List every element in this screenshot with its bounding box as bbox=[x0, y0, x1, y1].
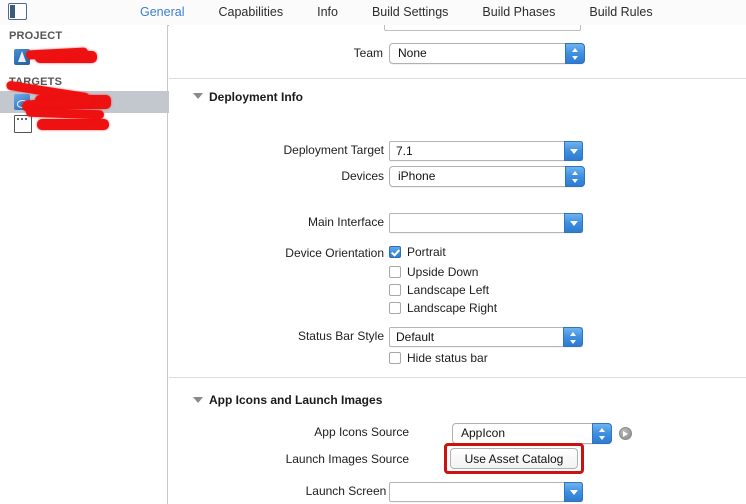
sidebar-toggle-icon[interactable] bbox=[8, 3, 27, 20]
orientation-option-landscape-right[interactable]: Landscape Right bbox=[389, 301, 497, 315]
target-tests-icon bbox=[14, 115, 32, 133]
launch-screen-file-label: Launch Screen File bbox=[305, 484, 409, 498]
launch-screen-file-chevron-down-icon[interactable] bbox=[564, 482, 583, 502]
status-bar-style-popup-arrow-icon bbox=[563, 327, 583, 347]
app-icons-source-popup-arrow-icon bbox=[592, 423, 612, 444]
team-popup-arrow-icon bbox=[565, 43, 585, 64]
status-bar-style-label: Status Bar Style bbox=[297, 329, 384, 343]
goto-arrow-icon[interactable] bbox=[619, 427, 632, 440]
app-icons-section-title: App Icons and Launch Images bbox=[209, 393, 383, 407]
checkbox-landscape-left[interactable] bbox=[389, 284, 401, 296]
use-asset-catalog-button[interactable]: Use Asset Catalog bbox=[450, 448, 578, 469]
sidebar-group-header-targets: TARGETS bbox=[9, 76, 63, 88]
checkbox-hide-status-bar[interactable] bbox=[389, 352, 401, 364]
tab-build-rules[interactable]: Build Rules bbox=[589, 0, 652, 25]
project-icon bbox=[14, 49, 30, 65]
checkbox-landscape-right-label: Landscape Right bbox=[407, 301, 498, 315]
main-interface-chevron-down-icon[interactable] bbox=[564, 213, 583, 233]
checkbox-landscape-right[interactable] bbox=[389, 302, 401, 314]
sidebar-group-header-project: PROJECT bbox=[9, 30, 63, 42]
team-popup[interactable]: None bbox=[389, 43, 585, 64]
tab-build-settings[interactable]: Build Settings bbox=[372, 0, 448, 25]
orientation-option-landscape-left[interactable]: Landscape Left bbox=[389, 283, 489, 297]
devices-popup-arrow-icon bbox=[565, 166, 585, 187]
deployment-target-chevron-down-icon[interactable] bbox=[564, 141, 583, 161]
tab-capabilities[interactable]: Capabilities bbox=[218, 0, 283, 25]
deployment-info-disclosure-icon[interactable] bbox=[193, 93, 203, 99]
checkbox-hide-status-bar-label: Hide status bar bbox=[407, 351, 488, 365]
checkbox-upside-down[interactable] bbox=[389, 266, 401, 278]
main-interface-label: Main Interface bbox=[307, 215, 384, 229]
sidebar-item-project[interactable] bbox=[0, 46, 182, 68]
devices-value: iPhone bbox=[398, 169, 436, 183]
app-icons-disclosure-icon[interactable] bbox=[193, 397, 203, 403]
deployment-info-title: Deployment Info bbox=[209, 90, 304, 104]
project-targets-sidebar: PROJECT TARGETS bbox=[0, 25, 182, 504]
xcode-target-editor-window: General Capabilities Info Build Settings… bbox=[0, 0, 746, 504]
orientation-option-portrait[interactable]: Portrait bbox=[389, 245, 446, 259]
devices-label: Devices bbox=[341, 169, 384, 183]
checkbox-landscape-left-label: Landscape Left bbox=[407, 283, 490, 297]
checkbox-upside-down-label: Upside Down bbox=[407, 265, 479, 279]
tab-build-phases[interactable]: Build Phases bbox=[482, 0, 555, 25]
editor-tab-bar: General Capabilities Info Build Settings… bbox=[0, 0, 746, 26]
device-orientation-label: Device Orientation bbox=[285, 246, 384, 260]
launch-images-source-label: Launch Images Source bbox=[285, 452, 409, 466]
status-bar-style-popup[interactable]: Default bbox=[389, 327, 583, 347]
checkbox-portrait[interactable] bbox=[389, 246, 401, 258]
section-divider-1 bbox=[169, 78, 746, 79]
orientation-option-upside-down[interactable]: Upside Down bbox=[389, 265, 478, 279]
checkbox-portrait-label: Portrait bbox=[407, 245, 446, 259]
target-app-icon bbox=[14, 94, 30, 110]
team-label: Team bbox=[353, 46, 383, 60]
scrolled-field-clipped bbox=[384, 25, 581, 31]
tab-list: General Capabilities Info Build Settings… bbox=[140, 0, 687, 25]
redacted-project-name bbox=[35, 51, 97, 63]
redacted-tests-target-name bbox=[37, 118, 109, 130]
section-divider-2 bbox=[169, 377, 746, 378]
redacted-target-name bbox=[35, 95, 111, 109]
app-icons-source-label: App Icons Source bbox=[314, 425, 409, 439]
sidebar-item-target-app[interactable] bbox=[0, 91, 182, 113]
main-interface-combo[interactable] bbox=[389, 213, 583, 233]
hide-status-bar-option[interactable]: Hide status bar bbox=[389, 351, 488, 365]
app-icons-source-popup[interactable]: AppIcon bbox=[452, 423, 612, 444]
team-value: None bbox=[398, 46, 427, 60]
launch-screen-file-combo[interactable] bbox=[389, 482, 583, 502]
status-bar-style-value: Default bbox=[396, 330, 435, 344]
general-settings-pane: Team None Deployment Info Deployment Tar… bbox=[169, 25, 746, 504]
devices-popup[interactable]: iPhone bbox=[389, 166, 585, 187]
deployment-target-value: 7.1 bbox=[396, 144, 413, 158]
app-icons-source-value: AppIcon bbox=[461, 426, 506, 440]
tab-general[interactable]: General bbox=[140, 0, 184, 25]
deployment-target-label: Deployment Target bbox=[283, 143, 385, 157]
deployment-target-combo[interactable]: 7.1 bbox=[389, 141, 583, 161]
sidebar-item-target-tests[interactable] bbox=[0, 113, 182, 135]
tab-info[interactable]: Info bbox=[317, 0, 338, 25]
